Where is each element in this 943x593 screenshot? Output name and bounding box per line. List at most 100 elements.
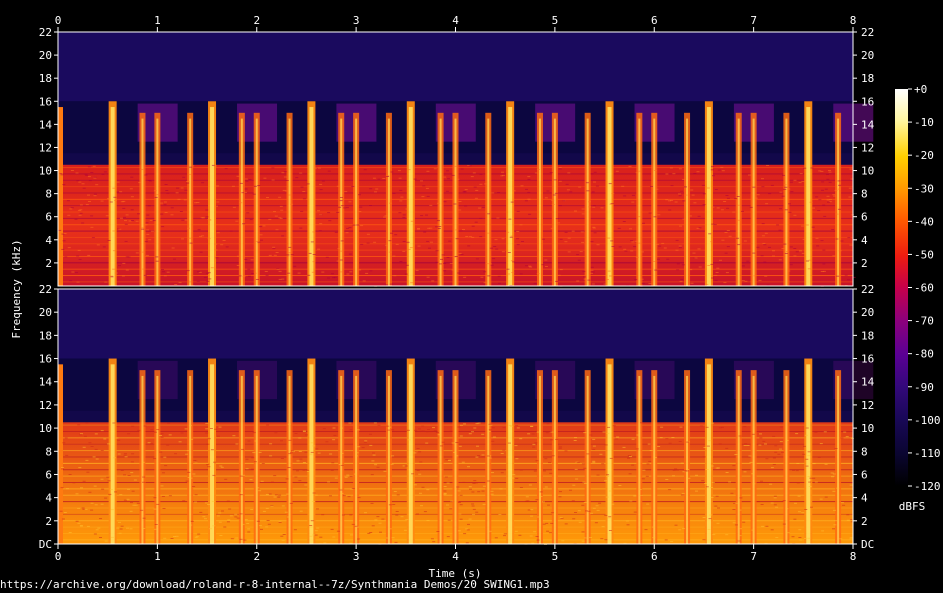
ch1-texture [388,251,392,253]
ch1-texture [779,191,783,193]
ch2-texture [476,445,479,447]
ch2-texture [85,459,89,461]
ch2-texture [582,481,586,483]
ch2-texture [503,535,506,537]
ch1-texture [356,224,360,226]
ch1-texture [260,239,263,241]
ch1-texture [88,201,91,202]
ch1-texture [638,216,642,218]
ch1-texture [225,246,229,248]
ch2-texture [467,466,470,468]
ch2-texture [84,508,88,510]
ch2-texture [488,457,492,459]
ch1-texture [427,227,431,229]
ch2-texture [228,508,232,510]
ch1-texture [201,182,205,184]
ch2-texture [340,452,344,454]
ch1-texture [358,211,362,212]
ch1-texture [64,256,68,258]
ch1-texture [741,210,744,212]
ch1-texture [611,246,615,247]
ch2-texture [168,434,172,436]
ch1-texture [325,256,329,258]
ch2-texture [245,468,249,470]
ch2-texture [458,513,462,515]
ch2-texture [459,518,463,520]
ch1-secondary-hit-core [288,118,291,286]
ch2-texture [400,516,404,518]
ch2-secondary-hit-core [586,375,589,544]
ch1-texture [144,241,148,243]
ch2-texture [346,474,350,476]
ch1-texture [224,168,228,170]
ch2-texture [734,524,738,526]
ch2-texture [456,486,460,488]
ch1-texture [629,228,632,230]
ch1-texture [475,189,479,191]
ch1-texture [726,207,730,209]
ch1-texture [165,190,169,191]
ch1-texture [581,241,585,243]
colorbar-tick-label: -120 [914,480,941,493]
ch2-texture [90,446,94,447]
ch1-texture [205,216,209,218]
ch2-texture [154,524,158,525]
ch2-texture [430,538,434,540]
ch1-texture [313,168,317,170]
ch2-secondary-hit-core [538,375,541,544]
ch2-texture [777,453,781,455]
ch1-texture [710,241,714,243]
ch2-texture [459,504,463,506]
ch2-y-tick-label: DC [39,538,52,551]
ch1-texture [676,263,680,265]
ch1-texture [77,209,81,211]
ch2-texture [77,424,81,426]
ch1-texture [443,263,447,264]
ch1-texture [170,214,174,216]
ch2-texture [498,514,502,515]
ch2-texture [75,493,79,495]
ch1-texture [146,233,150,235]
ch1-texture [702,204,706,206]
ch1-texture [525,188,528,190]
ch1-texture [653,216,657,218]
ch1-texture [295,177,299,179]
ch2-texture [514,530,518,532]
ch1-texture [263,177,267,179]
ch2-texture [249,479,253,481]
ch2-texture [190,520,194,522]
ch1-texture [307,274,311,276]
ch2-texture [369,444,373,446]
ch1-texture [479,173,483,175]
ch2-texture [641,478,645,480]
ch1-texture [566,189,570,191]
ch1-texture [319,183,323,185]
ch1-texture [388,240,392,242]
ch2-texture [738,509,742,511]
ch1-texture [801,225,805,227]
ch2-texture [274,494,278,496]
ch2-texture [457,426,461,428]
ch1-texture [559,269,563,271]
ch1-texture [802,238,806,240]
ch2-texture [391,455,395,457]
ch2-texture [88,491,92,493]
ch1-texture [564,231,568,233]
ch1-texture [557,274,561,276]
ch2-texture [605,496,609,498]
ch2-y-tick-label: 8 [45,445,52,458]
ch2-texture [695,474,698,476]
ch2-texture [710,465,714,467]
ch1-texture [405,264,409,266]
ch2-texture [376,466,380,468]
ch2-texture [163,456,167,458]
ch1-texture [93,177,97,179]
ch1-texture [458,201,462,202]
ch2-texture [95,529,99,531]
ch1-texture [435,250,439,252]
ch2-texture [530,515,534,517]
ch2-texture [332,427,336,429]
ch2-texture [378,522,382,524]
ch1-texture [593,181,596,183]
ch2-texture [786,532,790,534]
